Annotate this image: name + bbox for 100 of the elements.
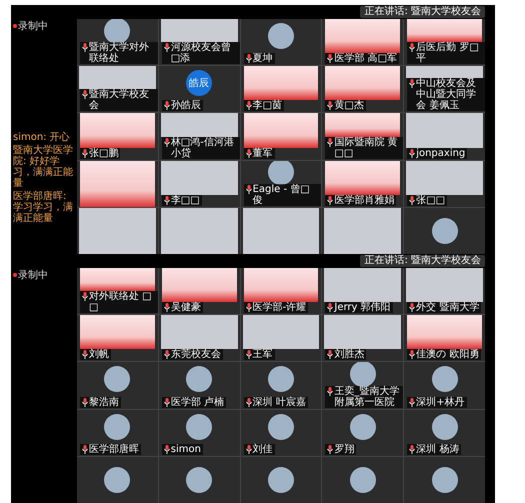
participant-name: 中山校友会及中山暨大同学会 姜佩玉 [416,78,478,112]
participant-name: 深圳 杨涛 [416,444,460,455]
participant-name: 医学部 高□军 [334,53,398,64]
participant-name: 外交 暨南大学 [416,302,480,314]
microphone-icon [82,90,88,100]
participant-tile[interactable] [404,208,485,254]
participant-name: 孙皓辰 [170,100,201,112]
participant-tile[interactable]: 夏坤 [240,19,322,66]
participant-tile[interactable]: 后医后勤 罗□平 [404,19,485,66]
microphone-icon [327,350,334,360]
microphone-icon [327,54,334,64]
participant-name: 吴健豪 [170,302,201,314]
participant-tile[interactable] [404,456,485,503]
participant-name: 夏坤 [252,53,273,64]
participant-tile[interactable]: 外交 暨南大学 [404,268,485,314]
microphone-icon [82,292,88,302]
participant-tile[interactable]: 深圳 叶宸嘉 [240,362,322,409]
participant-tile[interactable]: 东莞校友会 [158,315,240,362]
participant-tile[interactable]: 刘胜杰 [322,315,404,362]
participant-tile[interactable]: 罗翔 [322,410,404,456]
participant-name: 深圳+林丹 [416,396,465,408]
participant-name: 后医后勤 罗□平 [416,42,480,64]
participant-name: 王奕_暨南大学附属第一医院 [334,386,400,408]
participant-tile[interactable]: 李□茵 [240,66,322,112]
microphone-icon [164,196,170,205]
participant-name: 对外联络处 □□ [89,291,153,314]
participant-tile[interactable]: 刘佳 [240,410,322,456]
participant-tile[interactable]: 医学部 高□军 [322,19,404,66]
participant-tile[interactable]: 深圳 杨涛 [404,410,485,456]
participant-tile[interactable]: 王奕_暨南大学附属第一医院 [322,362,404,409]
microphone-icon [246,54,252,64]
participant-tile[interactable]: Eagle - 曾□俊 [240,160,322,207]
microphone-icon [409,148,416,158]
microphone-icon [327,303,334,312]
speaker-banner: 正在讲话: 暨南大学校友会 [360,6,485,18]
avatar-placeholder [350,466,376,493]
participant-tile[interactable]: 张□□ [404,160,485,207]
participant-tile[interactable]: 吴健豪 [158,268,240,314]
participant-name: 暨南大学对外联络处 [89,42,150,64]
microphone-icon [246,148,252,158]
participant-name: 王军 [252,349,273,360]
microphone-icon [164,101,170,110]
participant-tile[interactable]: 暨南大学校友会 [77,66,158,112]
microphone-icon [82,398,88,407]
participant-name: Jerry 郭伟阳 [334,302,391,314]
microphone-icon [327,138,334,147]
avatar-placeholder [268,160,294,186]
microphone-icon [164,398,170,407]
participant-tile[interactable]: 林□鸿-信河港小贷 [158,113,240,160]
participant-tile[interactable]: 黄□杰 [322,66,404,112]
participant-name: 医学部肖雅娟 [334,194,394,206]
participant-name: 李□□ [170,194,200,206]
participant-tile[interactable]: 医学部 卢楠 [158,362,240,409]
participant-name: 刘佳 [252,444,273,455]
microphone-icon [82,43,88,52]
participant-name: 深圳 叶宸嘉 [252,396,306,408]
participant-name: 河源校友会曾□添 [170,42,232,64]
participant-tile[interactable]: 对外联络处 □□ [77,268,158,314]
participant-tile[interactable]: 河源校友会曾□添 [158,19,240,66]
microphone-icon [327,386,334,396]
microphone-icon [246,444,252,454]
participant-tile[interactable]: simon [158,410,240,456]
participant-tile[interactable]: 张□鹏 [77,113,158,160]
participant-tile[interactable]: 深圳+林丹 [404,362,485,409]
participant-name: 黄□杰 [334,100,364,112]
participant-tile[interactable]: 皓辰 孙皓辰 [158,66,240,112]
avatar-placeholder [432,466,458,493]
participant-name: 医学部-许耀 [252,302,306,314]
participant-tile[interactable]: 国际暨南院 黄□□ [322,113,404,160]
avatar-placeholder [432,414,458,440]
participant-tile[interactable]: 王军 [240,315,322,362]
participant-tile[interactable]: 李□□ [158,160,240,207]
recording-label: 录制中 [18,268,48,282]
participant-tile[interactable]: 医学部唐晖 [77,410,158,456]
avatar-placeholder [268,466,294,493]
participant-tile[interactable]: Jerry 郭伟阳 [322,268,404,314]
participant-tile[interactable]: 佳澳の 欧阳勇 [404,315,485,362]
recording-label: 录制中 [18,20,48,33]
participant-tile[interactable]: 刘帆 [77,315,158,362]
participant-tile[interactable] [77,456,158,503]
participant-name: 刘胜杰 [334,349,364,360]
chat-message: simon: 开心 [13,132,71,143]
participant-tile[interactable]: 医学部肖雅娟 [322,160,404,207]
participant-name: 国际暨南院 黄□□ [334,136,399,159]
avatar-placeholder [268,23,294,50]
participant-tile[interactable]: 董军 [240,113,322,160]
participant-tile[interactable]: 暨南大学对外联络处 [77,19,158,66]
participant-tile[interactable] [240,456,322,503]
participant-tile[interactable]: 医学部-许耀 [240,268,322,314]
avatar-placeholder [432,366,458,392]
microphone-icon [246,350,252,360]
participant-name: 罗翔 [334,444,354,455]
chat-message: 暨南大学医学院: 好好学习，满满正能量 [13,145,74,189]
participant-tile[interactable]: jonpaxing [404,113,485,160]
participant-tile[interactable] [158,456,240,503]
participant-name: 张□鹏 [89,148,118,159]
participant-tile[interactable]: 中山校友会及中山暨大同学会 姜佩玉 [404,66,485,112]
participant-tile[interactable]: 黎浩南 [77,362,158,409]
participant-tile[interactable] [322,456,404,503]
avatar-placeholder [186,414,212,440]
